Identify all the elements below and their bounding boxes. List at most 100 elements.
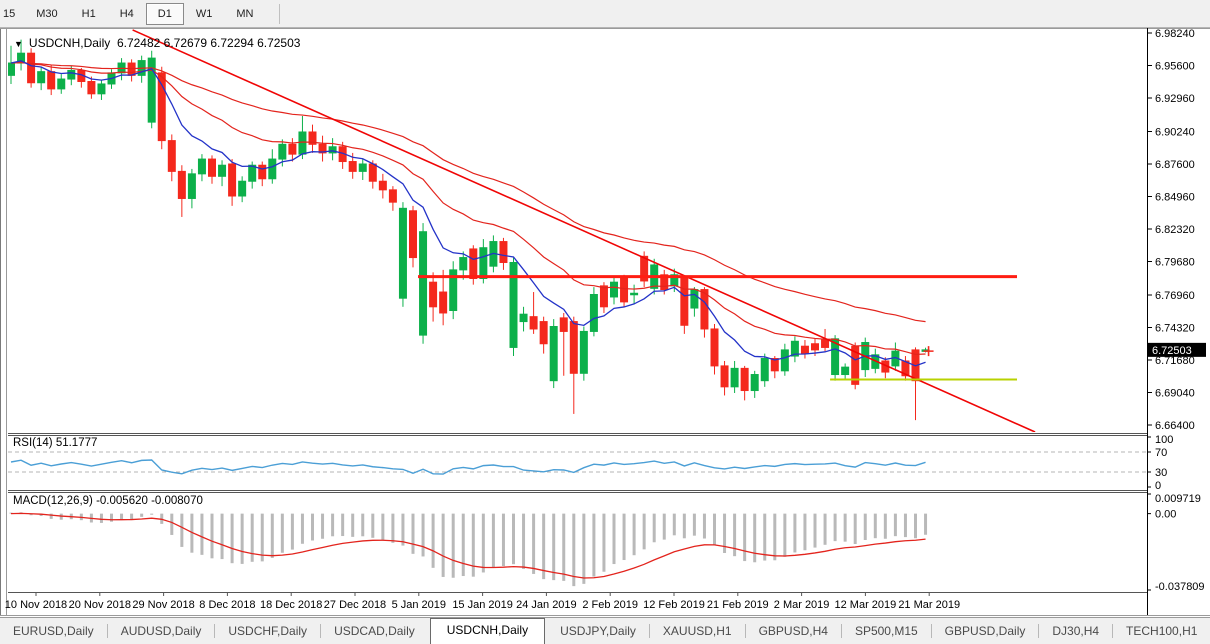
- candle: [600, 286, 607, 307]
- macd-tick-label: -0.037809: [1155, 581, 1205, 593]
- timeframe-toolbar: 15M30H1H4D1W1MN: [0, 0, 1210, 28]
- date-tick-label: 18 Dec 2018: [260, 599, 322, 611]
- candle: [399, 208, 406, 298]
- price-tick-label: 6.92960: [1155, 93, 1195, 105]
- candle: [269, 159, 276, 179]
- price-tick-label: 6.95600: [1155, 61, 1195, 73]
- tab-gbpusd-h4[interactable]: GBPUSD,H4: [746, 619, 841, 643]
- price-tick-label: 6.74320: [1155, 322, 1195, 334]
- candle: [822, 340, 829, 347]
- date-tick-label: 20 Nov 2018: [69, 599, 131, 611]
- rsi-indicator-label: RSI(14) 51.1777: [13, 437, 97, 449]
- price-tick-label: 6.66400: [1155, 420, 1195, 432]
- timeframe-button-15[interactable]: 15: [0, 3, 24, 25]
- candle: [701, 290, 708, 329]
- candle: [540, 322, 547, 344]
- price-chart-canvas[interactable]: 6.982406.956006.929606.902406.876006.849…: [0, 0, 1210, 643]
- rsi-tick-label: 30: [1155, 467, 1167, 479]
- candle: [259, 165, 266, 179]
- rsi-tick-label: 70: [1155, 447, 1167, 459]
- date-tick-label: 15 Jan 2019: [452, 599, 513, 611]
- candle: [460, 258, 467, 270]
- candle: [520, 314, 527, 321]
- rsi-tick-label: 100: [1155, 434, 1173, 446]
- tab-xauusd-h1[interactable]: XAUUSD,H1: [650, 619, 745, 643]
- tab-eurusd-daily[interactable]: EURUSD,Daily: [0, 619, 107, 643]
- candle: [420, 232, 427, 335]
- candle: [812, 344, 819, 350]
- candle: [158, 73, 165, 141]
- date-tick-label: 5 Jan 2019: [392, 599, 446, 611]
- main-plot-layer: [8, 30, 1036, 432]
- date-tick-label: 27 Dec 2018: [324, 599, 386, 611]
- candle: [440, 292, 447, 313]
- price-tick-label: 6.90240: [1155, 126, 1195, 138]
- macd-tick-label: 0.00: [1155, 509, 1176, 521]
- current-price-label: 6.72503: [1152, 345, 1192, 357]
- price-tick-label: 6.82320: [1155, 224, 1195, 236]
- candle: [801, 346, 808, 353]
- tab-gbpusd-daily[interactable]: GBPUSD,Daily: [932, 619, 1039, 643]
- candle: [430, 282, 437, 307]
- candle: [369, 164, 376, 181]
- candle: [249, 165, 256, 181]
- macd-indicator-label: MACD(12,26,9) -0.005620 -0.008070: [13, 495, 203, 507]
- tab-tech100-h1[interactable]: TECH100,H1: [1113, 619, 1210, 643]
- candle: [88, 82, 95, 94]
- candle: [691, 290, 698, 308]
- chart-dropdown-icon[interactable]: ▼: [14, 39, 23, 49]
- price-tick-label: 6.76960: [1155, 290, 1195, 302]
- chart-title: ▼USDCNH,Daily 6.72482 6.72679 6.72294 6.…: [14, 36, 300, 50]
- price-tick-label: 6.84960: [1155, 191, 1195, 203]
- candle: [58, 79, 65, 89]
- timeframe-button-h4[interactable]: H4: [108, 3, 146, 25]
- timeframe-button-w1[interactable]: W1: [184, 3, 225, 25]
- tab-usdjpy-daily[interactable]: USDJPY,Daily: [547, 619, 649, 643]
- date-tick-label: 2 Feb 2019: [582, 599, 638, 611]
- candle: [781, 350, 788, 371]
- tab-dj30-h4[interactable]: DJ30,H4: [1039, 619, 1112, 643]
- candle: [580, 331, 587, 373]
- price-tick-label: 6.87600: [1155, 159, 1195, 171]
- candle: [711, 329, 718, 366]
- tab-usdchf-daily[interactable]: USDCHF,Daily: [215, 619, 320, 643]
- chart-ohlc-values: 6.72482 6.72679 6.72294 6.72503: [117, 36, 301, 50]
- rsi-tick-label: 0: [1155, 480, 1161, 492]
- macd-panel: [11, 512, 926, 586]
- candle: [68, 70, 75, 79]
- candle: [560, 318, 567, 332]
- symbol-tab-bar: EURUSD,DailyAUDUSD,DailyUSDCHF,DailyUSDC…: [0, 617, 1210, 644]
- rsi-panel: [8, 452, 1147, 474]
- candle: [209, 159, 216, 176]
- candle: [28, 53, 35, 83]
- candle: [389, 190, 396, 202]
- candle: [239, 181, 246, 196]
- date-axis: 10 Nov 201820 Nov 201829 Nov 20188 Dec 2…: [5, 593, 960, 611]
- tab-usdcnh-daily[interactable]: USDCNH,Daily: [430, 618, 545, 644]
- candle: [751, 375, 758, 391]
- timeframe-button-mn[interactable]: MN: [224, 3, 265, 25]
- candle: [188, 174, 195, 199]
- date-tick-label: 8 Dec 2018: [199, 599, 255, 611]
- timeframe-button-h1[interactable]: H1: [70, 3, 108, 25]
- candle: [631, 293, 638, 295]
- price-tick-label: 6.69040: [1155, 387, 1195, 399]
- candle: [470, 249, 477, 279]
- candle: [480, 248, 487, 279]
- date-tick-label: 29 Nov 2018: [132, 599, 194, 611]
- tab-audusd-daily[interactable]: AUDUSD,Daily: [108, 619, 215, 643]
- candle: [590, 294, 597, 331]
- tab-usdcad-daily[interactable]: USDCAD,Daily: [321, 619, 428, 643]
- candle: [721, 366, 728, 387]
- candle: [178, 171, 185, 198]
- candle: [98, 84, 105, 94]
- tab-sp500-m15[interactable]: SP500,M15: [842, 619, 931, 643]
- candle: [741, 368, 748, 390]
- candle: [842, 367, 849, 374]
- price-tick-label: 6.79680: [1155, 257, 1195, 269]
- timeframe-button-d1[interactable]: D1: [146, 3, 184, 25]
- timeframe-button-m30[interactable]: M30: [24, 3, 69, 25]
- candle: [530, 317, 537, 329]
- toolbar-separator: [279, 4, 280, 24]
- price-axis: 6.982406.956006.929606.902406.876006.849…: [1147, 28, 1206, 593]
